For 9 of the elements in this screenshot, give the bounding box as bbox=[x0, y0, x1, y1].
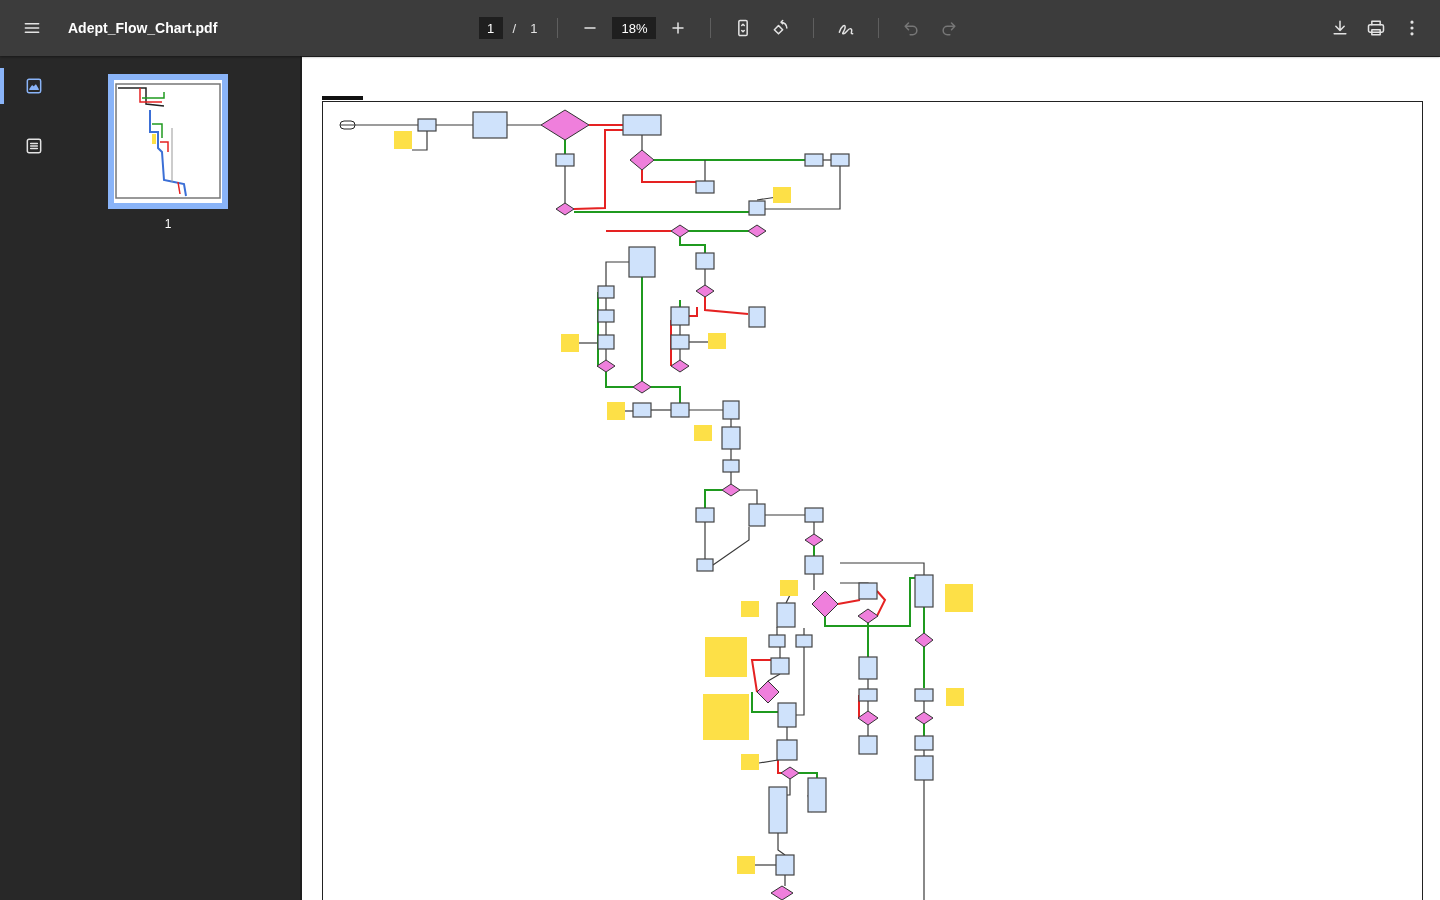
page-separator: / bbox=[512, 20, 517, 36]
page-thumbnail[interactable] bbox=[108, 74, 228, 209]
page-number-field[interactable]: 1 bbox=[478, 17, 503, 39]
list-icon bbox=[24, 136, 44, 156]
page-label: 1 bbox=[164, 217, 172, 231]
page-total: 1 bbox=[530, 20, 538, 36]
document-title: Adept_Flow_Chart.pdf bbox=[68, 20, 218, 36]
image-icon bbox=[24, 76, 44, 96]
zoom-field[interactable]: 18% bbox=[612, 17, 657, 39]
